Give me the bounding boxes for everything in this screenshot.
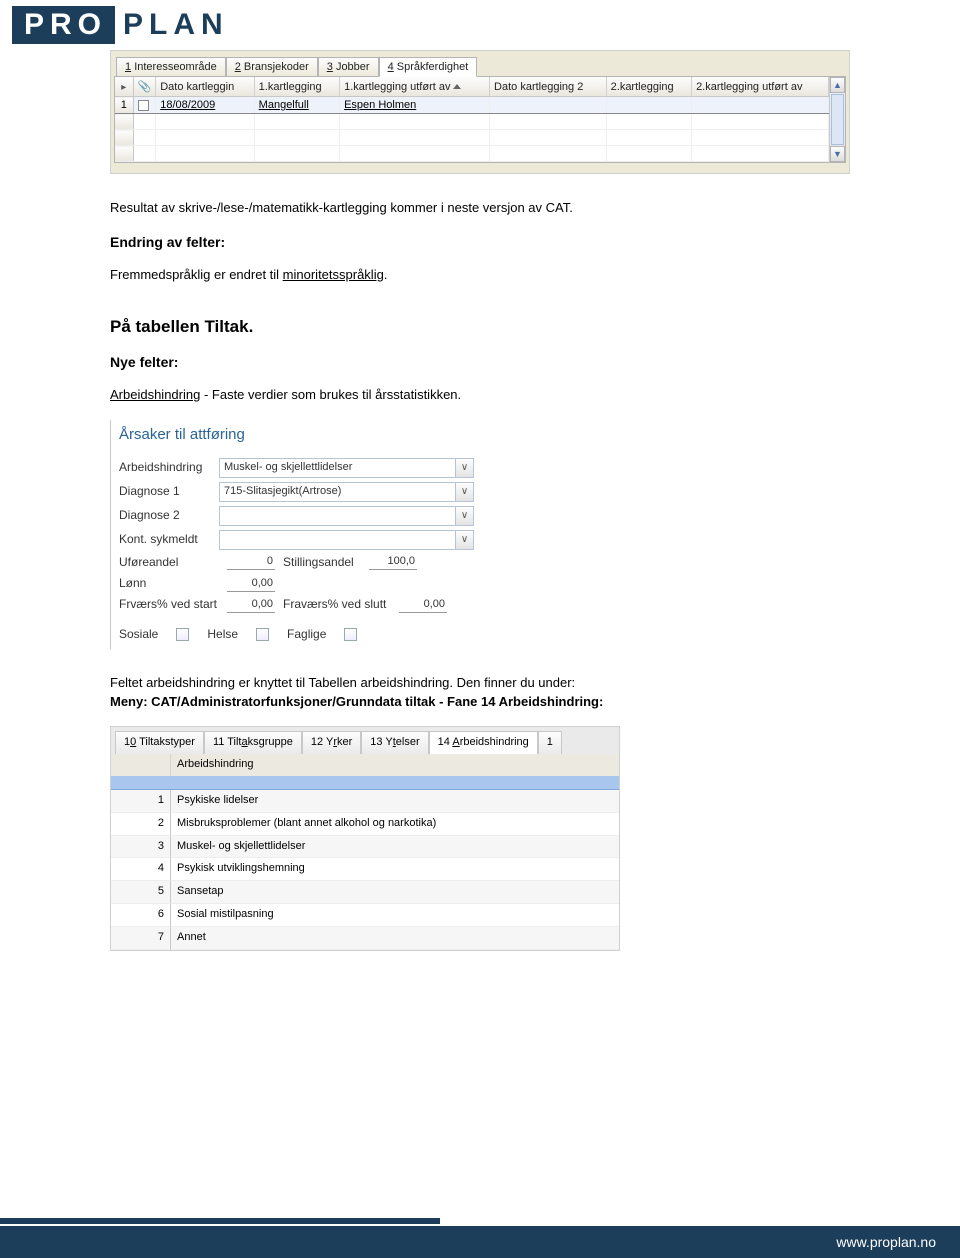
footer-stripe <box>0 1218 440 1224</box>
label-uforeandel: Uføreandel <box>119 554 219 571</box>
cell-k1[interactable]: Mangelfull <box>254 97 339 114</box>
row-checkbox[interactable] <box>138 100 149 111</box>
input-frvstart[interactable]: 0,00 <box>227 597 275 613</box>
list-item[interactable]: 6Sosial mistilpasning <box>111 904 619 927</box>
form-title: Årsaker til attføring <box>111 420 480 456</box>
col-utfort1[interactable]: 1.kartlegging utført av <box>340 77 490 97</box>
scroll-down-button[interactable]: ▼ <box>830 146 845 162</box>
label-stillingsandel: Stillingsandel <box>283 554 361 571</box>
label-arbeidshindring: Arbeidshindring <box>119 459 219 476</box>
label-faglige: Faglige <box>287 626 326 643</box>
screenshot-arbeidshindring-list: 10 Tiltakstyper 11 Tiltaksgruppe 12 Yrke… <box>110 726 620 951</box>
input-frvslutt[interactable]: 0,00 <box>399 597 447 613</box>
table-row[interactable] <box>115 130 845 146</box>
label-diagnose2: Diagnose 2 <box>119 507 219 524</box>
tab-interesseomrade[interactable]: 1 Interesseområde <box>116 57 226 77</box>
label-sosiale: Sosiale <box>119 626 158 643</box>
scroll-up-button[interactable]: ▲ <box>830 77 845 93</box>
dropdown-diagnose2[interactable]: ∨ <box>219 506 474 526</box>
tab-bransjekoder[interactable]: 2 Bransjekoder <box>226 57 318 77</box>
input-lonn[interactable]: 0,00 <box>227 576 275 592</box>
table-row[interactable] <box>115 146 845 162</box>
checkbox-sosiale[interactable] <box>176 628 189 641</box>
heading-nyefelter: Nye felter: <box>110 352 850 372</box>
list-item[interactable]: 4Psykisk utviklingshemning <box>111 858 619 881</box>
tab-tiltakstyper[interactable]: 10 Tiltakstyper <box>115 731 204 754</box>
list-item[interactable]: 7Annet <box>111 927 619 950</box>
paragraph: Resultat av skrive-/lese-/matematikk-kar… <box>110 199 850 218</box>
list-item[interactable]: 5Sansetap <box>111 881 619 904</box>
tab-ytelser[interactable]: 13 Ytelser <box>361 731 428 754</box>
vertical-scrollbar[interactable]: ▲ ▼ <box>829 77 845 162</box>
paragraph: Feltet arbeidshindring er knyttet til Ta… <box>110 674 850 712</box>
dropdown-arbeidshindring[interactable]: Muskel- og skjellettlidelser ∨ <box>219 458 474 478</box>
list-header: Arbeidshindring <box>111 754 619 776</box>
cell-dato2[interactable] <box>490 97 607 114</box>
tab-arbeidshindring[interactable]: 14 Arbeidshindring <box>429 731 538 754</box>
tab-jobber[interactable]: 3 Jobber <box>318 57 379 77</box>
chevron-down-icon[interactable]: ∨ <box>455 531 473 549</box>
sort-asc-icon <box>453 84 461 89</box>
list-item[interactable]: 3Muskel- og skjellettlidelser <box>111 836 619 859</box>
input-uforeandel[interactable]: 0 <box>227 554 275 570</box>
col-kartlegging1[interactable]: 1.kartlegging <box>254 77 339 97</box>
logo: PRO PLAN <box>0 0 960 50</box>
chevron-down-icon[interactable]: ∨ <box>455 507 473 525</box>
col-dato1[interactable]: Dato kartleggin <box>156 77 254 97</box>
row-number: 1 <box>115 97 133 114</box>
logo-pro: PRO <box>12 6 115 44</box>
grid-table[interactable]: ▸ 📎 Dato kartleggin 1.kartlegging 1.kart… <box>115 77 845 162</box>
tab-tiltaksgruppe[interactable]: 11 Tiltaksgruppe <box>204 731 302 754</box>
tab-sprakferdighet[interactable]: 4 Språkferdighet <box>379 57 478 77</box>
checkbox-helse[interactable] <box>256 628 269 641</box>
tab-more[interactable]: 1 <box>538 731 562 754</box>
tab-bar: 1 Interesseområde 2 Bransjekoder 3 Jobbe… <box>114 54 846 76</box>
label-helse: Helse <box>207 626 238 643</box>
label-lonn: Lønn <box>119 575 219 592</box>
paperclip-icon: 📎 <box>138 81 152 93</box>
screenshot-attforing-form: Årsaker til attføring Arbeidshindring Mu… <box>110 420 480 649</box>
tab-bar: 10 Tiltakstyper 11 Tiltaksgruppe 12 Yrke… <box>111 727 619 754</box>
cell-u2[interactable] <box>692 97 829 114</box>
attachment-header[interactable]: 📎 <box>133 77 156 97</box>
paragraph: Arbeidshindring - Faste verdier som bruk… <box>110 386 850 405</box>
chevron-down-icon[interactable]: ∨ <box>455 459 473 477</box>
heading-endring: Endring av felter: <box>110 232 850 252</box>
cell-dato1[interactable]: 18/08/2009 <box>156 97 254 114</box>
logo-plan: PLAN <box>115 6 237 44</box>
label-frvstart: Frværs% ved start <box>119 596 219 613</box>
paragraph: Fremmedspråklig er endret til minoritets… <box>110 266 850 285</box>
tab-yrker[interactable]: 12 Yrker <box>302 731 361 754</box>
col-dato2[interactable]: Dato kartlegging 2 <box>490 77 607 97</box>
list-item[interactable]: 2Misbruksproblemer (blant annet alkohol … <box>111 813 619 836</box>
scroll-thumb[interactable] <box>831 94 844 145</box>
cell-k2[interactable] <box>606 97 691 114</box>
chevron-down-icon[interactable]: ∨ <box>455 483 473 501</box>
col-kartlegging2[interactable]: 2.kartlegging <box>606 77 691 97</box>
table-row[interactable] <box>115 114 845 130</box>
dropdown-kontsyk[interactable]: ∨ <box>219 530 474 550</box>
label-diagnose1: Diagnose 1 <box>119 483 219 500</box>
screenshot-sprakferdighet-grid: 1 Interesseområde 2 Bransjekoder 3 Jobbe… <box>110 50 850 174</box>
footer: www.proplan.no <box>0 1226 960 1258</box>
arrow-icon: ▸ <box>121 82 126 93</box>
label-kontsyk: Kont. sykmeldt <box>119 531 219 548</box>
list-item[interactable]: 1Psykiske lidelser <box>111 790 619 813</box>
col-utfort2[interactable]: 2.kartlegging utført av <box>692 77 829 97</box>
row-selector-header[interactable]: ▸ <box>115 77 133 97</box>
footer-url: www.proplan.no <box>836 1234 936 1250</box>
cell-u1[interactable]: Espen Holmen <box>340 97 490 114</box>
input-stillingsandel[interactable]: 100,0 <box>369 554 417 570</box>
heading-tiltak: På tabellen Tiltak. <box>110 315 850 340</box>
label-frvslutt: Fraværs% ved slutt <box>283 596 391 613</box>
table-row[interactable]: 1 18/08/2009 Mangelfull Espen Holmen <box>115 97 845 114</box>
dropdown-diagnose1[interactable]: 715-Slitasjegikt(Artrose) ∨ <box>219 482 474 502</box>
selection-bar <box>111 776 619 790</box>
checkbox-faglige[interactable] <box>344 628 357 641</box>
